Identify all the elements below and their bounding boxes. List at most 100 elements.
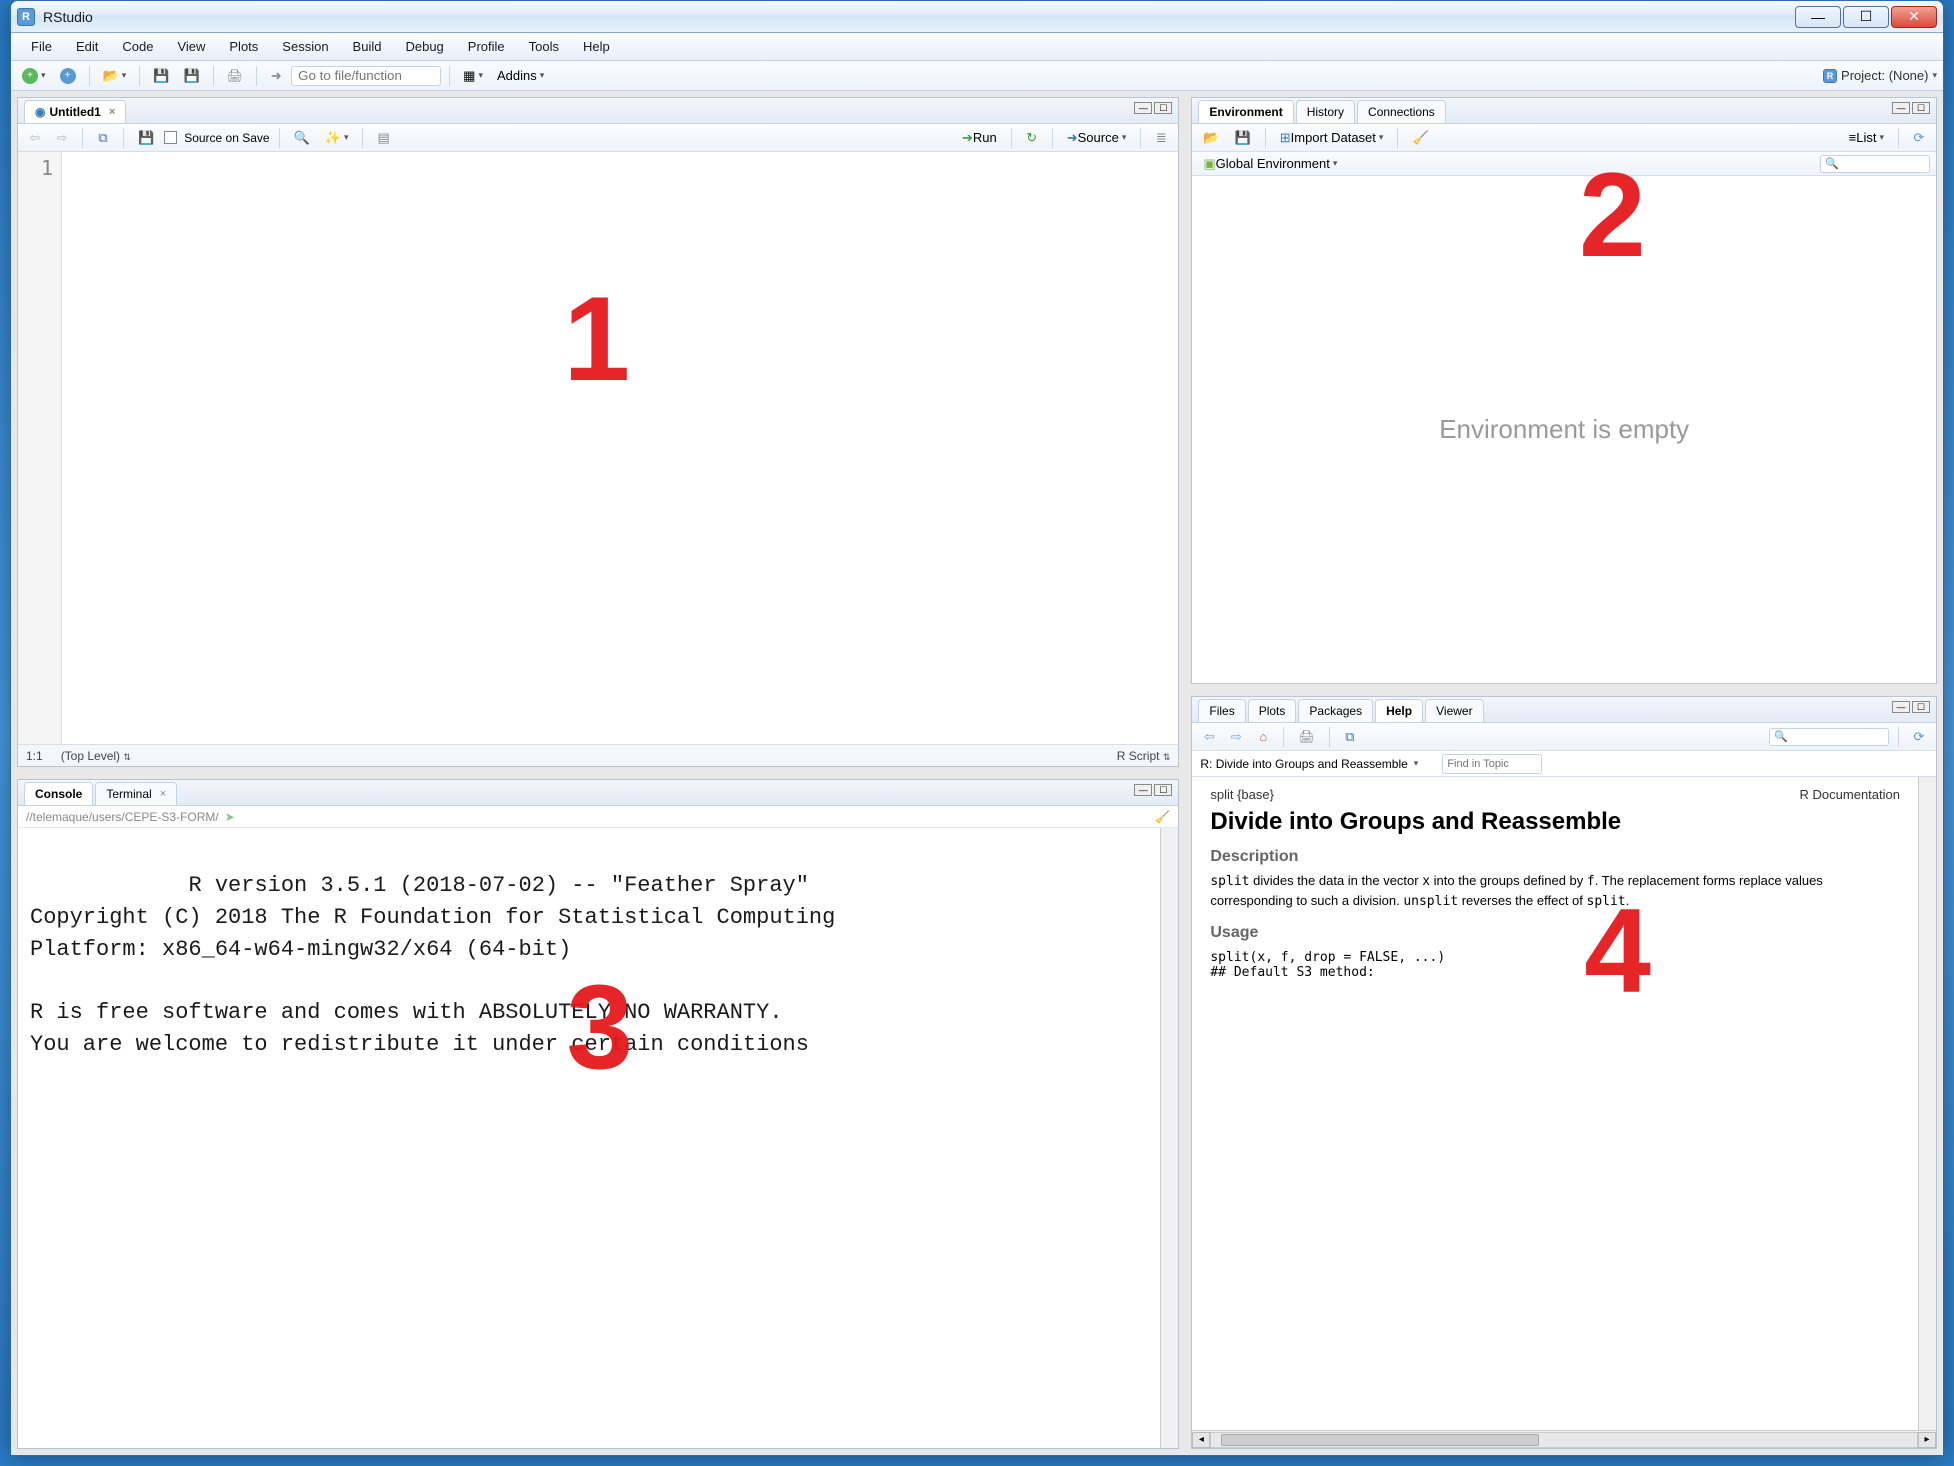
menu-plots[interactable]: Plots <box>217 35 270 58</box>
help-popout-button[interactable]: ⧉ <box>1339 726 1361 748</box>
help-refresh-button[interactable]: ⟳ <box>1908 726 1930 748</box>
pane-maximize-button[interactable]: ☐ <box>1154 102 1172 114</box>
source-button[interactable]: ➜ Source <box>1062 127 1132 149</box>
scroll-track[interactable] <box>1210 1432 1918 1448</box>
menu-help[interactable]: Help <box>571 35 622 58</box>
pane-maximize-button[interactable]: ☐ <box>1154 784 1172 796</box>
help-hscrollbar[interactable]: ◂ ▸ <box>1192 1430 1936 1448</box>
source-tab-untitled1[interactable]: ◉ Untitled1 × <box>24 100 126 123</box>
tab-help[interactable]: Help <box>1375 699 1423 722</box>
tab-terminal[interactable]: Terminal× <box>95 782 177 805</box>
notebook-button[interactable]: ▤ <box>372 127 394 149</box>
app-icon: R <box>17 8 35 26</box>
popout-button[interactable]: ⧉ <box>92 127 114 149</box>
arrow-left-icon: ⇦ <box>1204 729 1215 745</box>
back-button[interactable]: ⇦ <box>24 127 46 149</box>
tab-history[interactable]: History <box>1296 100 1355 123</box>
close-button[interactable]: ✕ <box>1891 6 1937 28</box>
chevron-down-icon: ▾ <box>1932 70 1937 81</box>
scroll-right-button[interactable]: ▸ <box>1918 1432 1936 1448</box>
save-button[interactable]: 💾 <box>133 127 159 149</box>
menu-profile[interactable]: Profile <box>456 35 517 58</box>
path-go-icon[interactable]: ➤ <box>225 810 235 824</box>
help-home-button[interactable]: ⌂ <box>1252 726 1274 748</box>
minimize-button[interactable]: — <box>1795 6 1841 28</box>
env-search-input[interactable]: 🔍 <box>1820 155 1930 173</box>
console-output[interactable]: R version 3.5.1 (2018-07-02) -- "Feather… <box>18 828 1160 1448</box>
rscript-icon: ◉ <box>35 105 45 119</box>
import-dataset-button[interactable]: ⊞ Import Dataset <box>1275 127 1389 149</box>
tab-viewer[interactable]: Viewer <box>1425 699 1483 722</box>
maximize-button[interactable]: ☐ <box>1843 6 1889 28</box>
menu-code[interactable]: Code <box>110 35 165 58</box>
save-workspace-button[interactable]: 💾 <box>1230 127 1256 149</box>
tab-plots[interactable]: Plots <box>1248 699 1297 722</box>
source-on-save-checkbox[interactable] <box>164 131 177 144</box>
help-forward-button[interactable]: ⇨ <box>1225 726 1247 748</box>
editor-body[interactable]: 1 1 <box>18 152 1178 744</box>
new-project-button[interactable]: + <box>55 65 81 87</box>
find-in-topic-input[interactable] <box>1442 754 1542 774</box>
separator <box>362 128 363 148</box>
close-icon[interactable]: × <box>109 106 115 118</box>
print-button[interactable]: 🖨 <box>222 65 249 87</box>
window-controls: — ☐ ✕ <box>1795 6 1937 28</box>
save-button[interactable]: 💾 <box>148 65 174 87</box>
outline-button[interactable]: ≣ <box>1150 127 1172 149</box>
console-scrollbar[interactable] <box>1160 828 1178 1448</box>
menu-edit[interactable]: Edit <box>64 35 110 58</box>
goto-input[interactable] <box>291 66 441 86</box>
addins-button[interactable]: Addins <box>492 65 549 87</box>
refresh-button[interactable]: ⟳ <box>1908 127 1930 149</box>
source-toolbar: ⇦ ⇨ ⧉ 💾 Source on Save 🔍 ✨ ▤ ➔ Run <box>18 124 1178 152</box>
goto-button[interactable]: ➜ <box>265 65 287 87</box>
pane-maximize-button[interactable]: ☐ <box>1912 701 1930 713</box>
new-file-button[interactable]: + <box>17 65 51 87</box>
help-back-button[interactable]: ⇦ <box>1198 726 1220 748</box>
tab-console[interactable]: Console <box>24 782 93 805</box>
pane-minimize-button[interactable]: — <box>1134 102 1152 114</box>
menu-session[interactable]: Session <box>270 35 340 58</box>
menu-file[interactable]: File <box>19 35 64 58</box>
menu-debug[interactable]: Debug <box>393 35 455 58</box>
run-button[interactable]: ➔ Run <box>957 127 1002 149</box>
help-print-button[interactable]: 🖨 <box>1293 726 1320 748</box>
menu-tools[interactable]: Tools <box>517 35 571 58</box>
rerun-button[interactable]: ↻ <box>1021 127 1043 149</box>
pane-minimize-button[interactable]: — <box>1892 701 1910 713</box>
panes-button[interactable]: ▦ <box>458 65 488 87</box>
tab-environment[interactable]: Environment <box>1198 100 1293 123</box>
editor-textarea[interactable] <box>62 152 1178 744</box>
help-content[interactable]: split {base} R Documentation Divide into… <box>1192 777 1918 1430</box>
env-scope-selector[interactable]: ▣ Global Environment <box>1198 153 1342 175</box>
tab-connections[interactable]: Connections <box>1357 100 1446 123</box>
scroll-left-button[interactable]: ◂ <box>1192 1432 1210 1448</box>
open-file-button[interactable]: 📂 <box>98 65 132 87</box>
clear-console-icon[interactable]: 🧹 <box>1155 810 1170 824</box>
pane-minimize-button[interactable]: — <box>1134 784 1152 796</box>
save-icon: 💾 <box>153 68 169 84</box>
forward-button[interactable]: ⇨ <box>51 127 73 149</box>
close-icon[interactable]: × <box>160 788 166 800</box>
help-scrollbar[interactable] <box>1918 777 1936 1430</box>
project-selector[interactable]: R Project: (None) ▾ <box>1823 68 1937 83</box>
help-search-input[interactable]: 🔍 <box>1769 728 1889 746</box>
pane-maximize-button[interactable]: ☐ <box>1912 102 1930 114</box>
search-icon: 🔍 <box>1825 157 1839 170</box>
tab-files[interactable]: Files <box>1198 699 1245 722</box>
menu-view[interactable]: View <box>165 35 217 58</box>
lang-selector[interactable]: R Script ⇅ <box>1117 749 1171 763</box>
tab-packages[interactable]: Packages <box>1298 699 1373 722</box>
import-icon: ⊞ <box>1280 130 1291 146</box>
scope-selector[interactable]: (Top Level) ⇅ <box>61 749 131 763</box>
clear-env-button[interactable]: 🧹 <box>1407 127 1433 149</box>
view-mode-button[interactable]: ≡ List <box>1844 127 1889 149</box>
find-button[interactable]: 🔍 <box>289 127 315 149</box>
scroll-thumb[interactable] <box>1221 1434 1539 1446</box>
menu-build[interactable]: Build <box>341 35 394 58</box>
save-all-button[interactable]: 💾 <box>178 65 204 87</box>
help-topic-title[interactable]: R: Divide into Groups and Reassemble <box>1200 757 1407 771</box>
load-workspace-button[interactable]: 📂 <box>1198 127 1224 149</box>
pane-minimize-button[interactable]: — <box>1892 102 1910 114</box>
wand-button[interactable]: ✨ <box>320 127 354 149</box>
